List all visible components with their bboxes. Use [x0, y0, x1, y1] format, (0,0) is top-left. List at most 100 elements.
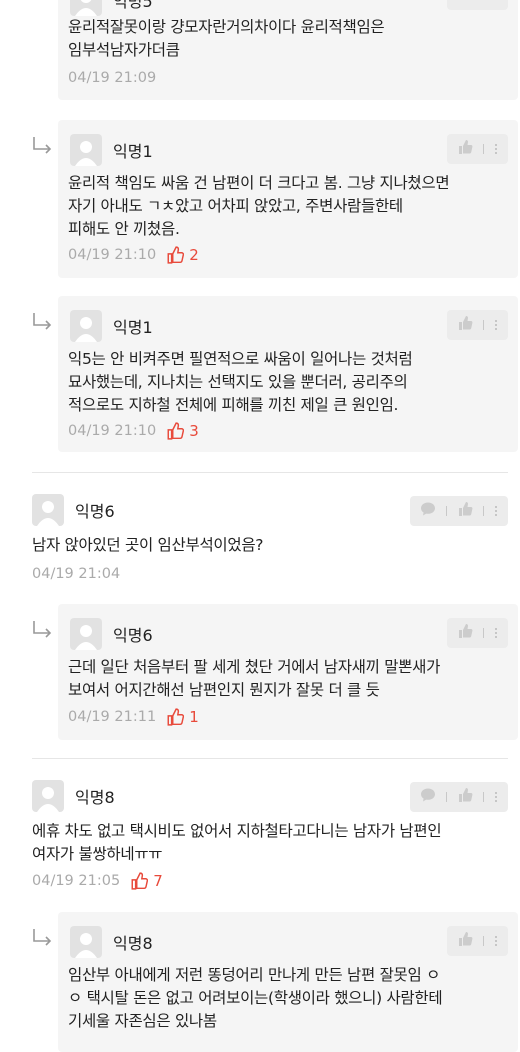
comment-header: 익명1 [70, 134, 153, 166]
reply-comment: 익명6 근데 일단 처음부터 팔 세게 쳤단 거에서 남자새끼 말뽄새가 보여서… [58, 604, 518, 740]
nickname: 익명6 [75, 502, 115, 521]
more-icon[interactable] [494, 628, 498, 638]
separator [483, 936, 484, 946]
comment-text: 에휴 차도 없고 택시비도 없어서 지하철타고다니는 남자가 남편인 여자가 불… [32, 820, 508, 866]
vote-toolbar [447, 0, 508, 10]
text-line: 묘사했는데, 지나치는 선택지도 있을 뿐더러, 공리주의 [68, 373, 408, 391]
thumbs-up-icon [167, 246, 185, 264]
nickname: 익명5 [113, 0, 153, 11]
comment-meta: 04/19 21:09 [68, 70, 156, 86]
comment-header: 익명6 [32, 494, 115, 526]
thumbs-up-icon[interactable] [457, 315, 473, 335]
divider [32, 472, 508, 473]
comment-icon[interactable] [420, 787, 436, 807]
text-line: 익5는 안 비켜주면 필연적으로 싸움이 일어나는 것처럼 [68, 350, 413, 368]
comment-meta: 04/19 21:05 7 [32, 872, 163, 890]
comment-header: 익명6 [70, 618, 153, 650]
comment-text: 남자 앉아있던 곳이 임산부석이었음? [32, 534, 508, 557]
more-icon[interactable] [494, 320, 498, 330]
comment-meta: 04/19 21:10 2 [68, 246, 199, 264]
comment-icon[interactable] [420, 501, 436, 521]
avatar [70, 618, 102, 650]
text-line: 윤리적잘못이랑 걍모자란거의차이다 윤리적책임은 [68, 18, 385, 36]
thumbs-up-icon[interactable] [457, 931, 473, 951]
like-count[interactable]: 2 [166, 246, 199, 264]
avatar [70, 310, 102, 342]
thumbs-up-icon[interactable] [457, 0, 473, 5]
vote-toolbar [447, 926, 508, 956]
timestamp: 04/19 21:10 [68, 423, 157, 439]
text-line: 근데 일단 처음부터 팔 세게 쳤단 거에서 남자새끼 말뽄새가 [68, 658, 441, 676]
reply-comment: 익명8 임산부 아내에게 저런 똥덩어리 만나게 만든 남편 잘못임 ㅇ ㅇ 택… [58, 912, 518, 1052]
like-count[interactable]: 3 [166, 422, 199, 440]
text-line: 자기 아내도 ㄱㅊ았고 어차피 앉았고, 주변사람들한테 [68, 197, 403, 215]
more-icon[interactable] [494, 792, 498, 802]
nickname: 익명6 [113, 626, 153, 645]
comment: 익명8 에휴 차도 없고 택시비도 없어서 지하철타고다니는 남자가 남편인 여… [0, 766, 520, 896]
nickname: 익명8 [75, 788, 115, 807]
text-line: 임부석남자가더큼 [68, 41, 180, 59]
vote-toolbar [447, 310, 508, 340]
comment-meta: 04/19 21:11 1 [68, 708, 199, 726]
comment-text: 윤리적 책임도 싸움 건 남편이 더 크다고 봄. 그냥 지나쳤으면 자기 아내… [68, 172, 508, 241]
more-icon[interactable] [494, 144, 498, 154]
separator [483, 320, 484, 330]
comment-text: 윤리적잘못이랑 걍모자란거의차이다 윤리적책임은 임부석남자가더큼 [68, 16, 508, 62]
separator [483, 506, 484, 516]
like-number: 3 [189, 422, 199, 440]
vote-toolbar [410, 782, 508, 812]
separator [483, 792, 484, 802]
avatar [32, 494, 64, 526]
comment-text: 임산부 아내에게 저런 똥덩어리 만나게 만든 남편 잘못임 ㅇ ㅇ 택시탈 돈… [68, 964, 508, 1033]
avatar [32, 780, 64, 812]
vote-toolbar [447, 134, 508, 164]
avatar [70, 0, 102, 16]
thumbs-up-icon[interactable] [457, 787, 473, 807]
comment-text: 익5는 안 비켜주면 필연적으로 싸움이 일어나는 것처럼 묘사했는데, 지나치… [68, 348, 508, 417]
timestamp: 04/19 21:11 [68, 709, 157, 725]
separator [446, 792, 447, 802]
comment-header: 익명8 [70, 926, 153, 958]
like-number: 2 [189, 246, 199, 264]
nickname: 익명1 [113, 318, 153, 337]
thumbs-up-icon[interactable] [457, 623, 473, 643]
text-line: 에휴 차도 없고 택시비도 없어서 지하철타고다니는 남자가 남편인 [32, 822, 442, 840]
vote-toolbar [447, 618, 508, 648]
text-line: 적으로도 지하철 전체에 피해를 끼친 제일 큰 원인임. [68, 396, 399, 414]
like-count[interactable]: 1 [166, 708, 199, 726]
nickname: 익명1 [113, 142, 153, 161]
more-icon[interactable] [494, 506, 498, 516]
reply-arrow-icon [32, 136, 54, 154]
text-line: 여자가 불쌍하네ㅠㅠ [32, 845, 163, 863]
reply-arrow-icon [32, 620, 54, 638]
timestamp: 04/19 21:05 [32, 873, 121, 889]
separator [446, 506, 447, 516]
divider [32, 758, 508, 759]
text-line: 기세울 자존심은 있나봄 [68, 1012, 217, 1030]
comment-meta: 04/19 21:10 3 [68, 422, 199, 440]
reply-arrow-icon [32, 928, 54, 946]
vote-toolbar [410, 496, 508, 526]
like-number: 1 [189, 708, 199, 726]
text-line: 남자 앉아있던 곳이 임산부석이었음? [32, 536, 264, 554]
text-line: 윤리적 책임도 싸움 건 남편이 더 크다고 봄. 그냥 지나쳤으면 [68, 174, 450, 192]
comment-header: 익명8 [32, 780, 115, 812]
reply-comment: 익명5 윤리적잘못이랑 걍모자란거의차이다 윤리적책임은 임부석남자가더큼 04… [58, 0, 518, 100]
avatar [70, 926, 102, 958]
thumbs-up-icon[interactable] [457, 139, 473, 159]
thumbs-up-icon [131, 872, 149, 890]
reply-comment: 익명1 익5는 안 비켜주면 필연적으로 싸움이 일어나는 것처럼 묘사했는데,… [58, 296, 518, 452]
separator [483, 628, 484, 638]
thumbs-up-icon[interactable] [457, 501, 473, 521]
text-line: 임산부 아내에게 저런 똥덩어리 만나게 만든 남편 잘못임 ㅇ [68, 966, 441, 984]
reply-comment: 익명1 윤리적 책임도 싸움 건 남편이 더 크다고 봄. 그냥 지나쳤으면 자… [58, 120, 518, 278]
like-count[interactable]: 7 [130, 872, 163, 890]
thumbs-up-icon [167, 708, 185, 726]
avatar [70, 134, 102, 166]
thumbs-up-icon [167, 422, 185, 440]
comment-thread: 익명5 윤리적잘못이랑 걍모자란거의차이다 윤리적책임은 임부석남자가더큼 04… [0, 0, 520, 1052]
nickname: 익명8 [113, 934, 153, 953]
more-icon[interactable] [494, 936, 498, 946]
text-line: 피해도 안 끼쳤음. [68, 220, 180, 238]
timestamp: 04/19 21:04 [32, 566, 121, 582]
